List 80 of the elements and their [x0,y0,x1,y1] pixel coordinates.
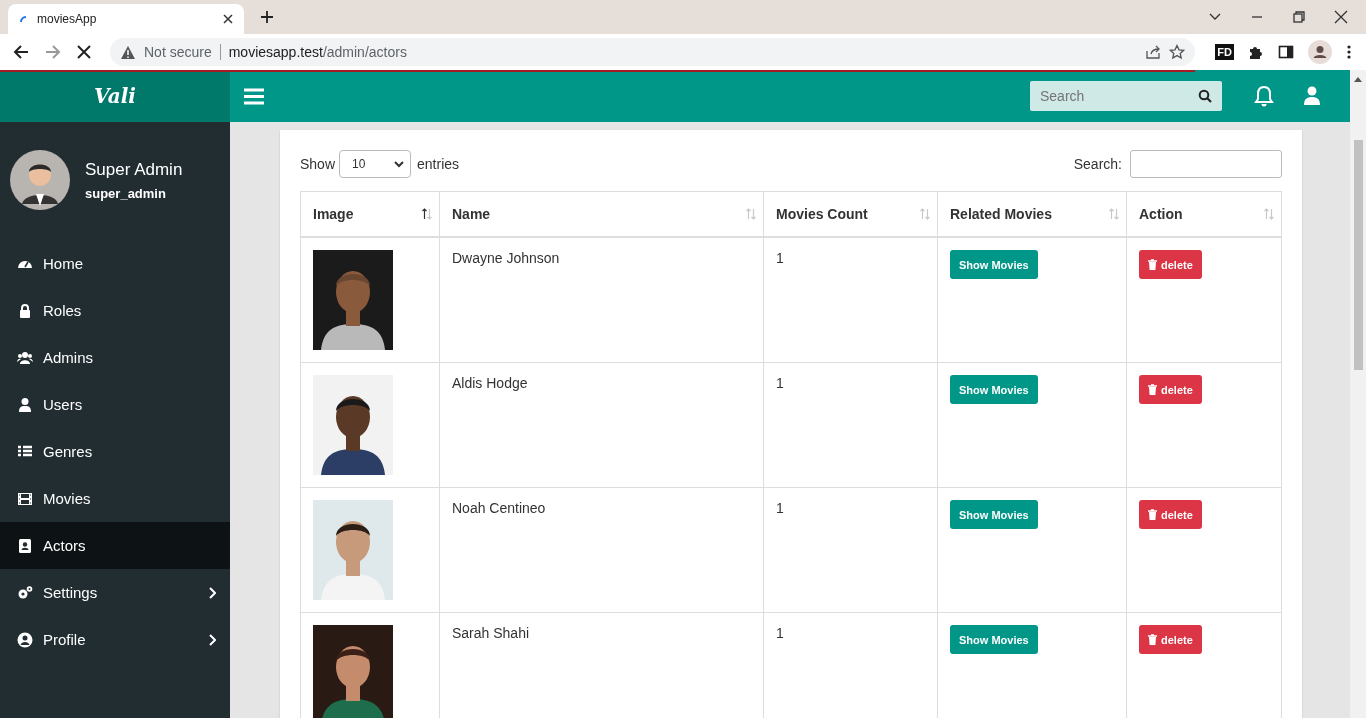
movies-count: 1 [776,625,784,641]
nav-item[interactable]: Users [0,381,230,428]
trash-icon [1148,259,1157,270]
delete-button[interactable]: delete [1139,375,1202,404]
show-movies-button[interactable]: Show Movies [950,250,1038,279]
bell-icon[interactable] [1254,85,1274,107]
column-header[interactable]: Action [1126,191,1282,237]
column-header[interactable]: Name [439,191,764,237]
show-movies-button[interactable]: Show Movies [950,625,1038,654]
side-panel-icon[interactable] [1278,44,1294,60]
show-movies-button[interactable]: Show Movies [950,500,1038,529]
search-icon[interactable] [1198,89,1212,103]
show-movies-button[interactable]: Show Movies [950,375,1038,404]
avatar-icon [10,150,70,210]
nav-item[interactable]: Actors [0,522,230,569]
movies-count: 1 [776,250,784,266]
delete-button[interactable]: delete [1139,500,1202,529]
column-header[interactable]: Related Movies [937,191,1127,237]
user-icon[interactable] [1304,86,1320,106]
film-icon [17,490,33,507]
tab-title: moviesApp [37,12,98,26]
lock-icon [17,302,33,319]
user-login: super_admin [85,185,167,201]
profile-icon [17,631,33,648]
scrollbar[interactable] [1350,70,1366,718]
address-bar[interactable]: Not secure moviesapp.test/admin/actors [110,38,1196,66]
share-icon[interactable] [1145,44,1162,60]
actor-name: Dwayne Johnson [452,250,560,266]
sort-icon[interactable] [421,208,433,220]
profile-icon[interactable] [1308,40,1332,64]
delete-button[interactable]: delete [1139,250,1202,279]
puzzle-icon[interactable] [1248,44,1264,60]
entries-label: entries [417,156,460,172]
nav-item[interactable]: Profile [0,616,230,663]
trash-icon [1148,509,1157,520]
brand-logo[interactable]: Vali [94,84,136,108]
browser-tab[interactable]: moviesApp [8,4,244,34]
entries-select[interactable]: 10 [339,150,412,178]
extension-icon[interactable]: FD [1215,44,1234,60]
user-icon [17,396,33,413]
column-header[interactable]: Image [300,191,440,237]
new-tab-icon[interactable] [260,10,274,24]
url-text: moviesapp.test/admin/actors [228,44,407,60]
nav-item[interactable]: Home [0,240,230,287]
warning-icon [120,44,136,60]
column-header[interactable]: Movies Count [763,191,938,237]
security-label: Not secure [144,44,212,60]
show-label: Show [300,156,336,172]
movies-count: 1 [776,375,784,391]
movies-count: 1 [776,500,784,516]
cogs-icon [17,584,33,601]
close-icon[interactable] [222,13,234,25]
trash-icon [1148,634,1157,645]
nav-item[interactable]: Movies [0,475,230,522]
stop-icon[interactable] [76,44,92,60]
nav-item[interactable]: Admins [0,334,230,381]
actor-name: Sarah Shahi [452,625,530,641]
star-icon[interactable] [1169,44,1186,60]
back-icon[interactable] [12,43,30,61]
trash-icon [1148,384,1157,395]
loading-icon [20,15,27,23]
table-search-field[interactable] [1130,150,1282,178]
nav-item[interactable]: Settings [0,569,230,616]
actor-name: Aldis Hodge [452,375,528,391]
forward-icon[interactable] [44,43,62,61]
contact-icon [17,537,33,554]
search-label: Search: [1073,156,1122,172]
search-field[interactable]: Search [1030,81,1222,111]
delete-button[interactable]: delete [1139,625,1202,654]
nav-item[interactable]: Genres [0,428,230,475]
actor-name: Noah Centineo [452,500,546,516]
close-icon[interactable] [1334,10,1348,24]
scroll-thumb[interactable] [1353,140,1363,370]
menu-icon[interactable] [1346,44,1352,60]
users-icon [17,349,33,366]
restore-icon[interactable] [1292,10,1306,24]
user-name: Super Admin [85,159,183,180]
scroll-up-icon[interactable] [1354,76,1362,82]
nav-item[interactable]: Roles [0,287,230,334]
chevron-down-icon [394,160,405,168]
